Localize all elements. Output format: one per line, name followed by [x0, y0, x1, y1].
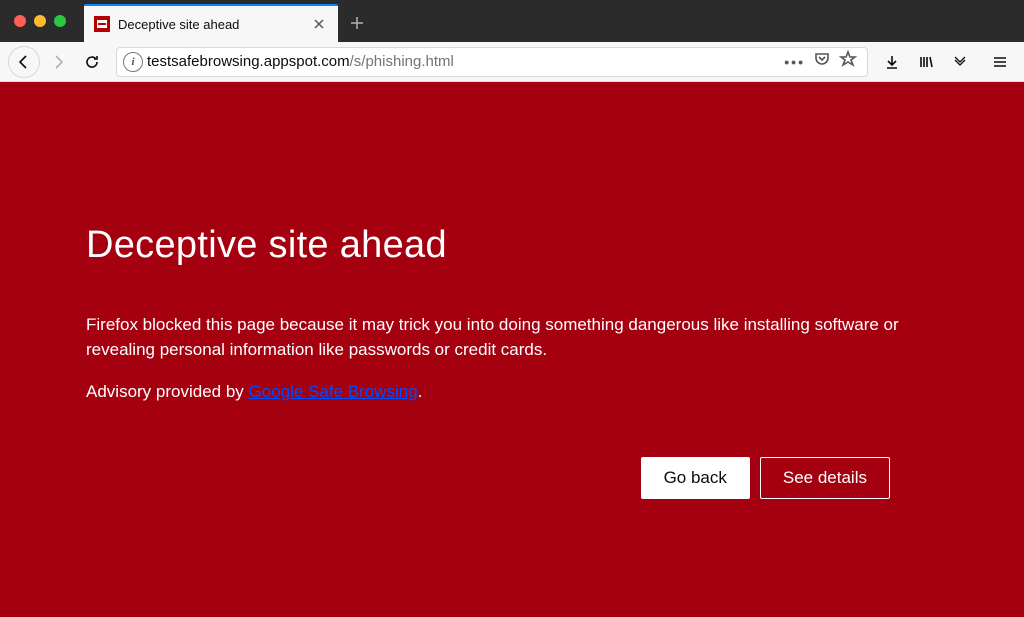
- bookmark-star-icon[interactable]: [839, 50, 857, 73]
- advisory-suffix: .: [418, 382, 423, 401]
- tab-close-button[interactable]: [310, 15, 328, 33]
- library-button[interactable]: [910, 46, 942, 78]
- window-minimize-button[interactable]: [34, 15, 46, 27]
- advisory-prefix: Advisory provided by: [86, 382, 249, 401]
- window-close-button[interactable]: [14, 15, 26, 27]
- new-tab-button[interactable]: [342, 4, 372, 42]
- downloads-button[interactable]: [876, 46, 908, 78]
- see-details-button[interactable]: See details: [760, 457, 890, 499]
- url-path: /s/phishing.html: [350, 53, 454, 70]
- warning-panel: Deceptive site ahead Firefox blocked thi…: [86, 224, 926, 499]
- tab-strip: Deceptive site ahead: [84, 0, 1024, 42]
- navigation-toolbar: i testsafebrowsing.appspot.com/s/phishin…: [0, 42, 1024, 82]
- warning-body-text: Firefox blocked this page because it may…: [86, 313, 926, 362]
- warning-advisory: Advisory provided by Google Safe Browsin…: [86, 380, 926, 405]
- pocket-icon[interactable]: [813, 50, 831, 73]
- button-row: Go back See details: [86, 457, 926, 499]
- window-controls: [0, 0, 84, 42]
- forward-button[interactable]: [42, 46, 74, 78]
- browser-tab-active[interactable]: Deceptive site ahead: [84, 4, 338, 42]
- tab-title: Deceptive site ahead: [118, 17, 302, 32]
- url-domain: testsafebrowsing.appspot.com: [147, 53, 350, 70]
- reload-button[interactable]: [76, 46, 108, 78]
- warning-heading: Deceptive site ahead: [86, 224, 926, 267]
- page-content: Deceptive site ahead Firefox blocked thi…: [0, 82, 1024, 617]
- app-menu-button[interactable]: [984, 46, 1016, 78]
- urlbar-actions: •••: [784, 50, 861, 73]
- advisory-link[interactable]: Google Safe Browsing: [249, 382, 418, 401]
- back-button[interactable]: [8, 46, 40, 78]
- tab-favicon-warning-icon: [94, 16, 110, 32]
- page-actions-button[interactable]: •••: [784, 54, 805, 70]
- window-titlebar: Deceptive site ahead: [0, 0, 1024, 42]
- url-text: testsafebrowsing.appspot.com/s/phishing.…: [147, 53, 780, 70]
- overflow-button[interactable]: [944, 46, 976, 78]
- site-info-icon[interactable]: i: [123, 52, 143, 72]
- go-back-button[interactable]: Go back: [641, 457, 750, 499]
- window-maximize-button[interactable]: [54, 15, 66, 27]
- url-bar[interactable]: i testsafebrowsing.appspot.com/s/phishin…: [116, 47, 868, 77]
